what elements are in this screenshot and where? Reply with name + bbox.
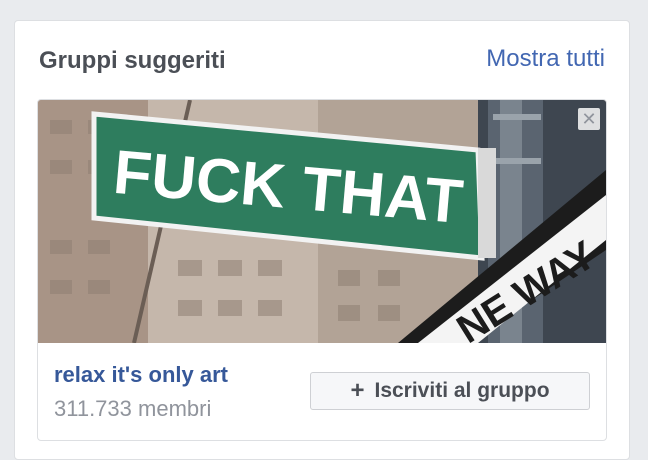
see-all-link[interactable]: Mostra tutti xyxy=(486,45,605,73)
plus-icon: + xyxy=(350,377,365,404)
group-cover-image[interactable]: FUCK THAT NE WAY xyxy=(38,100,606,343)
join-group-button[interactable]: + Iscriviti al gruppo xyxy=(310,372,590,410)
suggested-groups-panel: Gruppi suggeriti Mostra tutti FUCK THAT … xyxy=(14,20,630,460)
close-icon[interactable]: ✕ xyxy=(578,108,600,130)
group-card: FUCK THAT NE WAY ✕ relax it's only art 3… xyxy=(37,99,607,441)
group-name-link[interactable]: relax it's only art xyxy=(54,362,228,388)
panel-title: Gruppi suggeriti xyxy=(39,47,226,74)
join-button-label: Iscriviti al gruppo xyxy=(374,379,550,402)
group-member-count: 311.733 membri xyxy=(54,396,212,421)
